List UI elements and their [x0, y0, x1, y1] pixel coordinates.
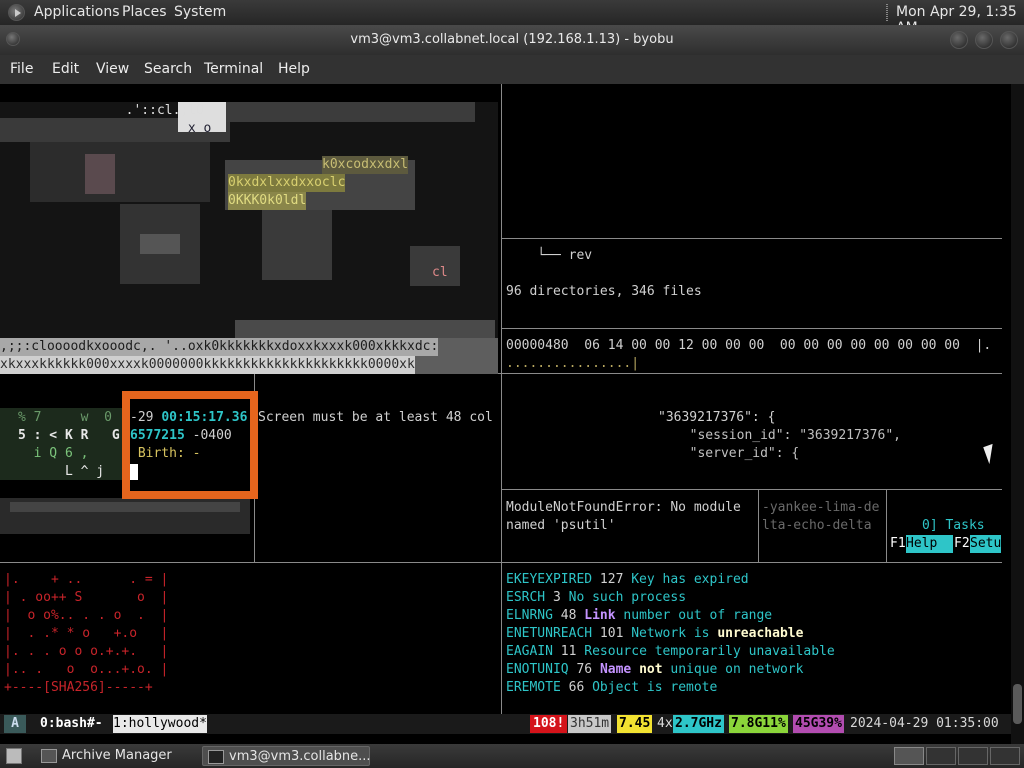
status-datetime: 2024-04-29 01:35:00 — [850, 716, 999, 731]
terminal-menubar: File Edit View Search Terminal Help — [0, 55, 1024, 84]
workspace-switcher[interactable] — [990, 747, 1020, 765]
pane-divider — [502, 238, 1002, 239]
menu-search[interactable]: Search — [144, 61, 192, 77]
pane-divider-vertical — [758, 490, 759, 562]
cpu-count: 4x — [657, 716, 673, 731]
window-title: vm3@vm3.collabnet.local (192.168.1.13) -… — [350, 32, 674, 47]
window-titlebar[interactable]: vm3@vm3.collabnet.local (192.168.1.13) -… — [0, 25, 1024, 55]
window-tab-0[interactable]: 0:bash#- — [40, 715, 103, 733]
stat-number: 6577215 — [130, 428, 185, 443]
load-average: 7.45 — [617, 715, 653, 733]
pane-divider-vertical — [886, 490, 887, 562]
htop-tasks: 0] Tasks — [922, 518, 985, 533]
applications-menu[interactable]: Applications — [34, 4, 120, 20]
task-terminal-active[interactable]: vm3@vm3.collabne... — [202, 746, 371, 766]
menu-edit[interactable]: Edit — [52, 61, 79, 77]
menu-help[interactable]: Help — [278, 61, 310, 77]
randomart-row: |. . . o o o.+.+. | — [4, 644, 169, 659]
htop-help-key[interactable]: Help — [906, 535, 953, 553]
randomart-row: +----[SHA256]-----+ — [4, 680, 153, 695]
matrix-row: 5 : < K R G — [18, 428, 120, 443]
hexdump-tail: ................| — [506, 356, 640, 371]
errno-line: ENOTUNIQ 76 Name not unique on network — [506, 662, 804, 677]
scrollbar-thumb[interactable] — [1013, 684, 1022, 724]
memory-usage: 7.8G11% — [729, 715, 788, 733]
pane-divider — [0, 562, 1002, 563]
errno-line: ENETUNREACH 101 Network is unreachable — [506, 626, 804, 641]
stat-birth: Birth: - — [130, 446, 201, 461]
randomart-row: |. + .. . = | — [4, 572, 169, 587]
cpu-frequency: 2.7GHz — [673, 715, 724, 733]
workspace-switcher[interactable] — [894, 747, 924, 765]
menu-view[interactable]: View — [96, 61, 129, 77]
tree-summary: 96 directories, 346 files — [506, 284, 702, 299]
pane-divider-vertical — [501, 84, 502, 714]
json-line: "server_id": { — [674, 446, 800, 461]
byobu-logo: A — [4, 715, 26, 733]
text-cursor — [130, 464, 138, 480]
maximize-button[interactable] — [975, 31, 993, 49]
errno-line: ESRCH 3 No such process — [506, 590, 687, 605]
errno-line: EREMOTE 66 Object is remote — [506, 680, 718, 695]
randomart-row: | . oo++ S o | — [4, 590, 169, 605]
screen-size-message: Screen must be at least 48 col — [258, 410, 493, 425]
byobu-status-bar: A 0:bash#- 1:hollywood* 108! 3h51m 7.45 … — [0, 714, 1011, 734]
terminal-area[interactable]: .'::cl.;lO x o k0xcodxxdxl 0kxdxlxxdxxoc… — [0, 84, 1024, 744]
panel-separator — [886, 4, 888, 21]
ascii-map-row: k0xcodxxdxl — [322, 156, 409, 174]
window-tab-1-active[interactable]: 1:hollywood* — [113, 715, 207, 733]
updates-badge: 108! — [530, 715, 568, 733]
task-archive-manager[interactable]: Archive Manager — [36, 746, 196, 766]
terminal-scrollbar[interactable] — [1011, 84, 1024, 744]
places-menu[interactable]: Places — [122, 4, 167, 20]
htop-setup-key[interactable]: Setu — [970, 535, 1002, 553]
minimize-button[interactable] — [950, 31, 968, 49]
uptime: 3h51m — [568, 715, 612, 733]
matrix-row: % 7 w 0 — [18, 410, 112, 425]
ascii-map-row: ,;;:cloooodkxooodc,. '..oxk0kkkkkkkxdoxx… — [0, 338, 439, 356]
ascii-map-row: xkxxxkkkkkk000xxxxk0000000kkkkkkkkkkkkkk… — [0, 356, 415, 374]
pane-divider — [502, 489, 1002, 490]
stat-time: 00:15:17.36 — [161, 410, 248, 425]
workspace-switcher[interactable] — [958, 747, 988, 765]
close-button[interactable] — [1000, 31, 1018, 49]
ascii-map-row: 0kxdxlxxdxxoclc — [228, 174, 346, 192]
mouse-pointer-icon — [983, 443, 999, 465]
ascii-map-row: x o — [180, 121, 212, 136]
randomart-row: | . .* * o +.o | — [4, 626, 169, 641]
hexdump-line: 00000480 06 14 00 00 12 00 00 00 00 00 0… — [506, 338, 992, 353]
pane-divider — [502, 328, 1002, 329]
applications-logo-icon[interactable] — [8, 4, 25, 21]
system-menu[interactable]: System — [174, 4, 226, 20]
randomart-row: |.. . o o...+.o. | — [4, 662, 169, 677]
randomart-row: | o o%.. . . o . | — [4, 608, 169, 623]
codename-line: -yankee-lima-de — [762, 500, 880, 515]
errno-line: EKEYEXPIRED 127 Key has expired — [506, 572, 749, 587]
menu-file[interactable]: File — [10, 61, 33, 77]
bottom-taskbar: Archive Manager vm3@vm3.collabne... — [0, 744, 1024, 768]
json-line: "3639217376": { — [658, 410, 776, 425]
errno-line: ELNRNG 48 Link number out of range — [506, 608, 773, 623]
errno-line: EAGAIN 11 Resource temporarily unavailab… — [506, 644, 835, 659]
error-line: named 'psutil' — [506, 518, 616, 533]
menu-terminal[interactable]: Terminal — [204, 61, 263, 77]
json-line: "session_id": "3639217376", — [674, 428, 901, 443]
matrix-row: i Q 6 , — [18, 446, 89, 461]
ascii-map-row: 0KKK0k0ldl — [228, 192, 307, 210]
top-panel: Applications Places System Mon Apr 29, 1… — [0, 0, 1024, 36]
ascii-map-row: .'::cl.;lO — [110, 103, 204, 118]
terminal-icon — [208, 750, 224, 764]
show-desktop-icon[interactable] — [6, 748, 22, 764]
archive-manager-icon — [41, 749, 57, 763]
matrix-row: L ^ j — [18, 464, 105, 479]
disk-usage: 45G39% — [793, 715, 844, 733]
tree-branch: └── rev — [506, 248, 593, 263]
error-line: ModuleNotFoundError: No module — [506, 500, 741, 515]
ascii-map-row: cl — [432, 265, 448, 280]
codename-line: lta-echo-delta — [762, 518, 872, 533]
workspace-switcher[interactable] — [926, 747, 956, 765]
